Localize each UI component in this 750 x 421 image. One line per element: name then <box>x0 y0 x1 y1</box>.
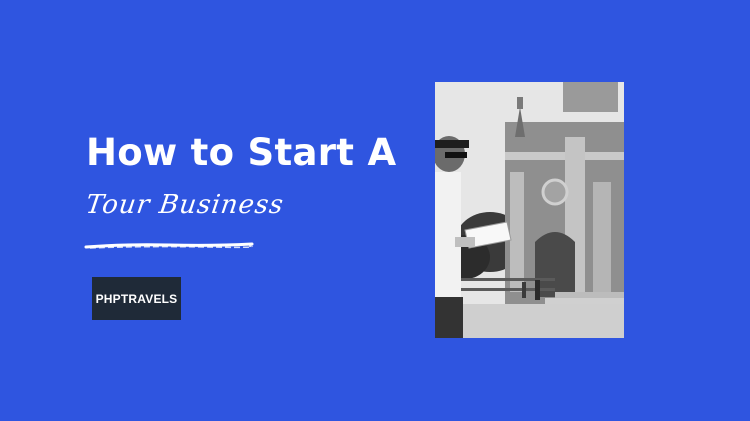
tourist-photo <box>435 82 624 338</box>
brand-badge[interactable]: PHPTRAVELS <box>92 277 181 320</box>
brush-underline <box>84 242 254 249</box>
banner-subtitle: Tour Business <box>83 190 286 220</box>
banner-title: How to Start A <box>86 131 397 174</box>
blog-banner: How to Start A Tour Business PHPTRAVELS <box>0 0 750 421</box>
tourist-photo-illustration <box>435 82 624 338</box>
